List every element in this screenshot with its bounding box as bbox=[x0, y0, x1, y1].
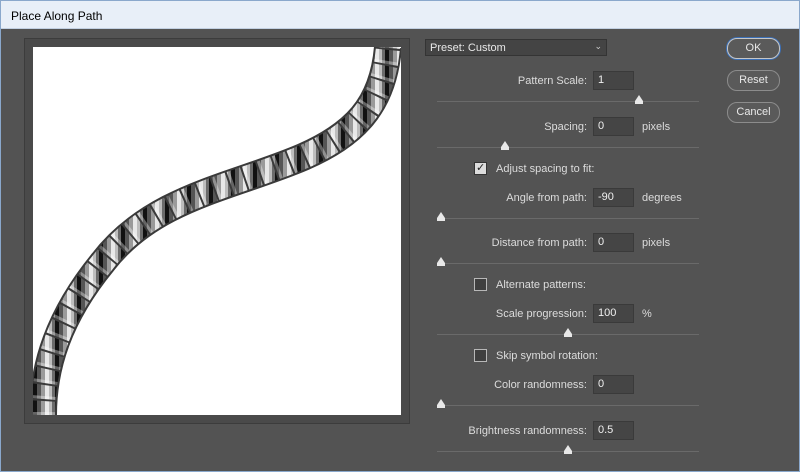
reset-button[interactable]: Reset bbox=[727, 70, 780, 91]
distance-from-path-slider[interactable] bbox=[437, 256, 699, 270]
distance-from-path-input[interactable]: 0 bbox=[593, 233, 634, 252]
preset-dropdown[interactable]: Preset: Custom ⌄ bbox=[425, 39, 607, 56]
pattern-preview bbox=[33, 47, 401, 415]
scale-progression-unit: % bbox=[642, 308, 652, 320]
skip-symbol-rotation-label: Skip symbol rotation: bbox=[496, 350, 599, 362]
slider-thumb[interactable] bbox=[437, 399, 445, 408]
angle-from-path-unit: degrees bbox=[642, 192, 682, 204]
color-randomness-label: Color randomness: bbox=[494, 379, 587, 391]
path-highlight bbox=[33, 47, 400, 415]
distance-from-path-unit: pixels bbox=[642, 237, 671, 249]
adjust-spacing-label: Adjust spacing to fit: bbox=[496, 163, 595, 175]
distance-from-path-label: Distance from path: bbox=[491, 237, 587, 249]
spacing-slider[interactable] bbox=[437, 140, 699, 154]
brightness-randomness-input[interactable]: 0.5 bbox=[593, 421, 634, 440]
pattern-scale-slider[interactable] bbox=[437, 94, 699, 108]
angle-from-path-slider[interactable] bbox=[437, 211, 699, 225]
spacing-input[interactable]: 0 bbox=[593, 117, 634, 136]
brightness-randomness-label: Brightness randomness: bbox=[468, 425, 587, 437]
pattern-scale-input[interactable]: 1 bbox=[593, 71, 634, 90]
path-shadow bbox=[33, 47, 401, 415]
alternate-patterns-label: Alternate patterns: bbox=[496, 279, 586, 291]
ok-button[interactable]: OK bbox=[727, 38, 780, 59]
chevron-down-icon: ⌄ bbox=[594, 41, 602, 51]
slider-thumb[interactable] bbox=[564, 445, 572, 454]
slider-thumb[interactable] bbox=[564, 328, 572, 337]
cancel-button[interactable]: Cancel bbox=[727, 102, 780, 123]
scale-progression-input[interactable]: 100 bbox=[593, 304, 634, 323]
preview-canvas bbox=[33, 47, 401, 415]
preset-label: Preset: bbox=[430, 42, 468, 54]
color-randomness-slider[interactable] bbox=[437, 398, 699, 412]
slider-thumb[interactable] bbox=[437, 212, 445, 221]
pattern-scale-label: Pattern Scale: bbox=[517, 75, 587, 87]
spacing-unit: pixels bbox=[642, 121, 671, 133]
check-icon: ✓ bbox=[476, 162, 486, 174]
spacing-label: Spacing: bbox=[544, 121, 587, 133]
slider-thumb[interactable] bbox=[501, 141, 509, 150]
angle-from-path-label: Angle from path: bbox=[506, 192, 587, 204]
path-pattern bbox=[33, 47, 400, 415]
dialog-title: Place Along Path bbox=[1, 1, 799, 29]
place-along-path-dialog: Place Along Path Preset: Custom ⌄ Patter… bbox=[0, 0, 800, 472]
scale-progression-slider[interactable] bbox=[437, 327, 699, 341]
slider-thumb[interactable] bbox=[437, 257, 445, 266]
adjust-spacing-checkbox[interactable]: ✓ bbox=[474, 162, 487, 175]
brightness-randomness-slider[interactable] bbox=[437, 444, 699, 458]
alternate-patterns-checkbox[interactable] bbox=[474, 278, 487, 291]
color-randomness-input[interactable]: 0 bbox=[593, 375, 634, 394]
preset-value: Custom bbox=[467, 42, 506, 54]
angle-from-path-input[interactable]: -90 bbox=[593, 188, 634, 207]
skip-symbol-rotation-checkbox[interactable] bbox=[474, 349, 487, 362]
scale-progression-label: Scale progression: bbox=[495, 308, 587, 320]
slider-thumb[interactable] bbox=[635, 95, 643, 104]
